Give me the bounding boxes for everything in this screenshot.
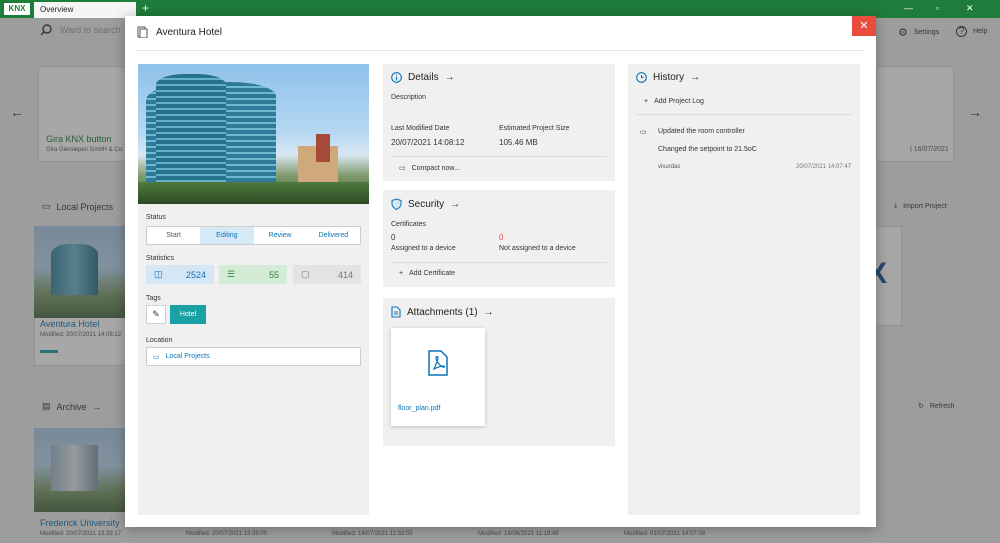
security-divider: [391, 262, 607, 263]
tag-hotel[interactable]: Hotel: [170, 305, 206, 324]
plus-icon: +: [644, 98, 649, 105]
statistics-label: Statistics: [146, 255, 175, 262]
stat-rooms-value: 414: [337, 269, 353, 280]
document-icon: [137, 26, 148, 38]
status-step-review[interactable]: Review: [254, 227, 307, 244]
knx-logo: KNX: [4, 3, 30, 15]
last-modified-label: Last Modified Date: [391, 125, 450, 132]
folder-icon: ▭: [399, 165, 406, 172]
stat-devices-value: 2524: [185, 269, 206, 280]
security-heading[interactable]: Security →: [391, 198, 460, 210]
not-assigned-count: 0: [499, 233, 504, 242]
history-divider: [636, 114, 852, 115]
stat-rooms[interactable]: ▢ 414: [293, 265, 361, 284]
status-step-editing[interactable]: Editing: [200, 227, 254, 244]
header-divider: [137, 50, 864, 51]
folder-icon: ▭: [153, 353, 160, 361]
description-label: Description: [391, 94, 427, 101]
project-image: [138, 64, 369, 204]
tags-label: Tags: [146, 295, 161, 302]
list-icon: ☰: [227, 269, 236, 279]
window-close-icon[interactable]: ✕: [966, 3, 974, 14]
attachments-heading[interactable]: Attachments (1) →: [391, 306, 494, 318]
status-step-start[interactable]: Start: [147, 227, 200, 244]
details-divider: [391, 156, 607, 157]
certificates-label: Certificates: [391, 221, 427, 228]
location-label: Location: [146, 337, 173, 344]
pdf-icon: [428, 350, 448, 376]
minimize-icon[interactable]: —: [904, 3, 913, 13]
stat-group-addresses-value: 55: [268, 269, 279, 280]
monitor-icon: ▭: [640, 129, 647, 136]
attachment-filename: floor_plan.pdf: [398, 405, 441, 412]
status-step-delivered[interactable]: Delivered: [307, 227, 360, 244]
history-entry-title: Updated the room controller: [658, 128, 745, 135]
history-entry-user: visurdas: [658, 164, 681, 170]
location-link[interactable]: ▭ Local Projects: [146, 347, 361, 366]
arrow-right-icon: →: [450, 198, 461, 210]
status-stepper: Start Editing Review Delivered: [146, 226, 361, 245]
history-heading[interactable]: History →: [636, 72, 700, 83]
security-card: Security → Certificates 0 Assigned to a …: [383, 190, 615, 287]
add-certificate-button[interactable]: + Add Certificate: [399, 270, 455, 277]
overview-column: Status Start Editing Review Delivered St…: [138, 64, 369, 515]
last-modified-value: 20/07/2021 14:08:12: [391, 138, 465, 147]
arrow-right-icon: →: [444, 72, 455, 83]
shield-icon: [391, 198, 402, 210]
details-title: Details: [408, 72, 439, 83]
edit-tags-button[interactable]: ✎: [146, 305, 166, 324]
assigned-label: Assigned to a device: [391, 245, 456, 252]
file-icon: [391, 306, 401, 318]
pencil-icon: ✎: [152, 309, 160, 319]
security-title: Security: [408, 198, 445, 210]
arrow-right-icon: →: [483, 306, 494, 318]
add-project-log-button[interactable]: + Add Project Log: [644, 98, 704, 105]
plus-icon: +: [399, 270, 404, 277]
stat-devices[interactable]: ◫ 2524: [146, 265, 214, 284]
attachments-title: Attachments (1): [407, 306, 478, 318]
location-value: Local Projects: [165, 353, 210, 360]
arrow-right-icon: →: [690, 72, 701, 83]
add-project-log-label: Add Project Log: [654, 98, 704, 105]
add-certificate-label: Add Certificate: [409, 270, 456, 277]
compact-now-label: Compact now...: [411, 164, 460, 172]
attachments-card: Attachments (1) → floor_plan.pdf: [383, 298, 615, 446]
project-size-label: Estimated Project Size: [499, 125, 570, 132]
history-entry-text: Changed the setpoint to 21.5oC: [658, 146, 757, 153]
project-size-value: 105.46 MB: [499, 138, 538, 147]
stat-group-addresses[interactable]: ☰ 55: [219, 265, 287, 284]
close-button[interactable]: ✕: [852, 16, 876, 36]
details-card: Details → Description Last Modified Date…: [383, 64, 615, 181]
modal-title: Aventura Hotel: [156, 26, 222, 38]
maximize-icon[interactable]: ▫: [936, 3, 939, 13]
details-heading[interactable]: Details →: [391, 72, 455, 83]
history-entry-date: 20/07/2021 14:07:47: [796, 164, 852, 170]
history-column: History → + Add Project Log ▭ Updated th…: [628, 64, 860, 515]
status-label: Status: [146, 214, 166, 221]
add-tab-button[interactable]: +: [142, 1, 149, 15]
tab-overview[interactable]: Overview: [34, 2, 136, 18]
assigned-count: 0: [391, 233, 396, 242]
room-icon: ▢: [301, 269, 310, 279]
project-details-modal: Aventura Hotel ✕ Status Start Editing Re…: [125, 16, 876, 527]
history-title: History: [653, 72, 685, 83]
not-assigned-label: Not assigned to a device: [499, 245, 576, 252]
compact-now-button[interactable]: ▭ Compact now...: [399, 164, 460, 173]
modal-header: Aventura Hotel: [137, 26, 222, 38]
device-icon: ◫: [154, 269, 163, 279]
info-icon: [391, 72, 402, 83]
attachment-tile[interactable]: floor_plan.pdf: [391, 328, 485, 426]
clock-icon: [636, 72, 647, 83]
